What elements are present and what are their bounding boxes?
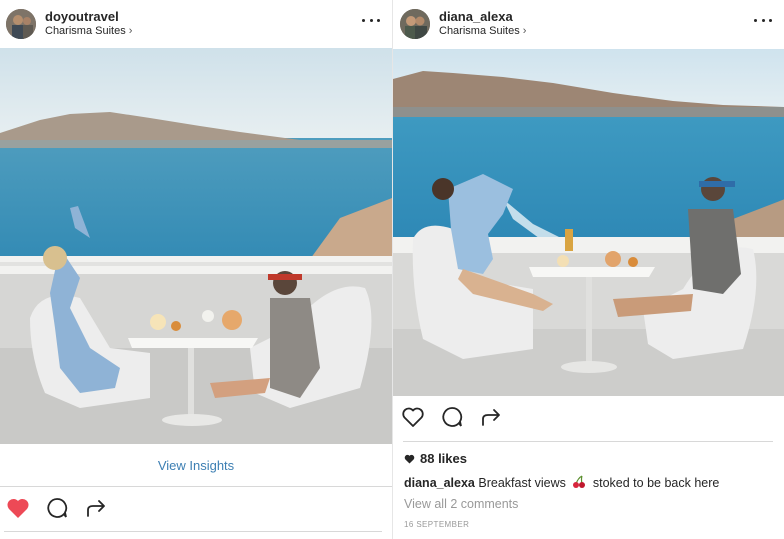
more-options-icon[interactable] [754, 13, 772, 27]
divider [403, 441, 773, 442]
action-bar [6, 497, 123, 519]
avatar[interactable] [6, 8, 36, 39]
likes-label: 88 likes [420, 451, 467, 466]
heart-icon[interactable] [6, 497, 30, 519]
left-post: doyoutravel Charisma Suites › View Insig… [0, 0, 392, 539]
chevron-right-icon: › [522, 25, 527, 38]
caption: diana_alexa Breakfast views stoked to be… [404, 475, 719, 490]
divider [4, 531, 382, 532]
username[interactable]: diana_alexa [439, 9, 526, 25]
post-header: diana_alexa Charisma Suites › [393, 0, 784, 47]
post-date: 16 SEPTEMBER [404, 520, 470, 529]
view-insights-button[interactable]: View Insights [0, 444, 392, 487]
chevron-right-icon: › [128, 25, 133, 38]
likes-count[interactable]: 88 likes [404, 451, 467, 466]
location-link[interactable]: Charisma Suites › [45, 25, 132, 38]
share-icon[interactable] [479, 406, 503, 428]
username[interactable]: doyoutravel [45, 9, 132, 25]
avatar[interactable] [400, 8, 430, 39]
comment-icon[interactable] [440, 406, 464, 428]
view-comments-link[interactable]: View all 2 comments [404, 497, 518, 511]
location-link[interactable]: Charisma Suites › [439, 25, 526, 38]
view-insights-label: View Insights [157, 457, 235, 473]
location-label: Charisma Suites [439, 25, 520, 38]
post-header: doyoutravel Charisma Suites › [0, 0, 392, 47]
header-text: diana_alexa Charisma Suites › [439, 9, 526, 39]
action-bar [401, 406, 518, 428]
caption-text-after: stoked to be back here [592, 476, 720, 490]
heart-small-icon [404, 454, 415, 464]
header-text: doyoutravel Charisma Suites › [45, 9, 132, 39]
caption-username[interactable]: diana_alexa [404, 476, 475, 490]
heart-icon[interactable] [401, 406, 425, 428]
cherries-emoji [573, 475, 586, 488]
comment-icon[interactable] [45, 497, 69, 519]
right-post: diana_alexa Charisma Suites › 88 likes d… [392, 0, 784, 539]
share-icon[interactable] [84, 497, 108, 519]
post-photo[interactable] [393, 49, 784, 396]
location-label: Charisma Suites [45, 25, 126, 38]
more-options-icon[interactable] [362, 13, 380, 27]
caption-text: Breakfast views [478, 476, 566, 490]
post-photo[interactable] [0, 48, 392, 444]
